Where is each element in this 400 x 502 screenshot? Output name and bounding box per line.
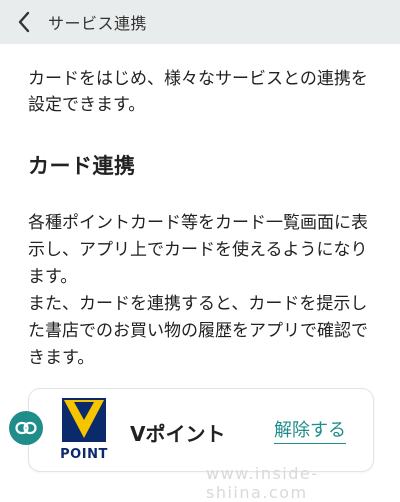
- page-title: サービス連携: [48, 14, 148, 33]
- back-button[interactable]: [4, 0, 44, 44]
- vpoint-logo: POINT: [60, 398, 108, 462]
- watermark: www.inside-shiina.com: [206, 464, 319, 502]
- intro-text: カードをはじめ、様々なサービスとの連携を設定できます。: [28, 69, 368, 115]
- card-name: Vポイント: [130, 422, 226, 446]
- description-paragraph-2: また、カードを連携すると、カードを提示した書店でのお買い物の履歴をアプリで確認で…: [28, 294, 368, 368]
- chevron-left-icon: [18, 11, 30, 33]
- section-title: カード連携: [28, 154, 136, 178]
- link-icon: [9, 411, 43, 445]
- logo-text: POINT: [60, 447, 108, 462]
- section-description: 各種ポイントカード等をカード一覧画面に表示し、アプリ上でカードを使えるようになり…: [28, 210, 378, 372]
- description-paragraph-1: 各種ポイントカード等をカード一覧画面に表示し、アプリ上でカードを使えるようになり…: [28, 213, 368, 287]
- unlink-button[interactable]: 解除する: [274, 416, 346, 444]
- header-bar: サービス連携: [0, 0, 400, 44]
- vpoint-logo-mark: [62, 398, 106, 442]
